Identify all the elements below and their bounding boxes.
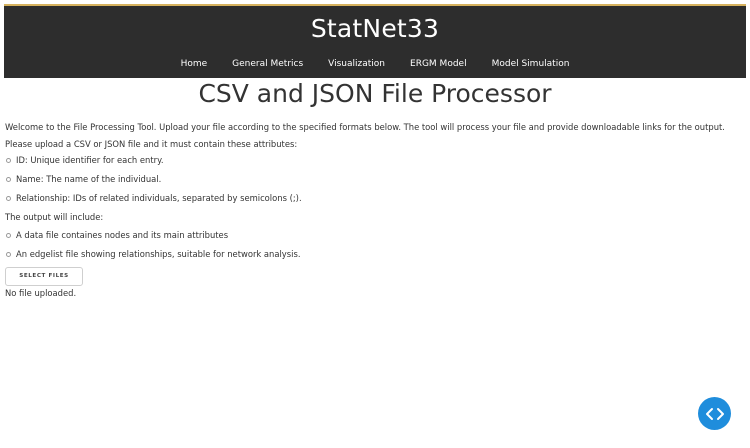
output-list: A data file containes nodes and its main… — [5, 229, 745, 267]
code-icon — [705, 407, 724, 420]
site-header: StatNet33 Home General Metrics Visualiza… — [4, 4, 746, 78]
brand-title[interactable]: StatNet33 — [4, 14, 746, 43]
nav-model-simulation[interactable]: Model Simulation — [479, 59, 582, 69]
code-toggle-button[interactable] — [698, 397, 731, 430]
page-title: CSV and JSON File Processor — [198, 79, 552, 108]
upload-status: No file uploaded. — [5, 288, 77, 298]
list-item: A data file containes nodes and its main… — [5, 229, 745, 248]
page: StatNet33 Home General Metrics Visualiza… — [0, 0, 750, 448]
upload-instructions: Please upload a CSV or JSON file and it … — [5, 139, 298, 149]
nav-ergm-model[interactable]: ERGM Model — [398, 59, 480, 69]
list-item: Relationship: IDs of related individuals… — [5, 192, 745, 211]
list-item: ID: Unique identifier for each entry. — [5, 154, 745, 173]
main-content: Welcome to the File Processing Tool. Upl… — [5, 121, 745, 267]
nav-visualization[interactable]: Visualization — [316, 59, 398, 69]
nav-home[interactable]: Home — [168, 59, 220, 69]
welcome-text: Welcome to the File Processing Tool. Upl… — [5, 122, 725, 132]
select-files-button[interactable]: SELECT FILES — [5, 267, 83, 286]
list-item: Name: The name of the individual. — [5, 173, 745, 192]
list-item: An edgelist file showing relationships, … — [5, 248, 745, 267]
main-nav: Home General Metrics Visualization ERGM … — [4, 59, 746, 69]
nav-general-metrics[interactable]: General Metrics — [220, 59, 316, 69]
output-intro: The output will include: — [5, 212, 104, 222]
attribute-list: ID: Unique identifier for each entry. Na… — [5, 154, 745, 211]
